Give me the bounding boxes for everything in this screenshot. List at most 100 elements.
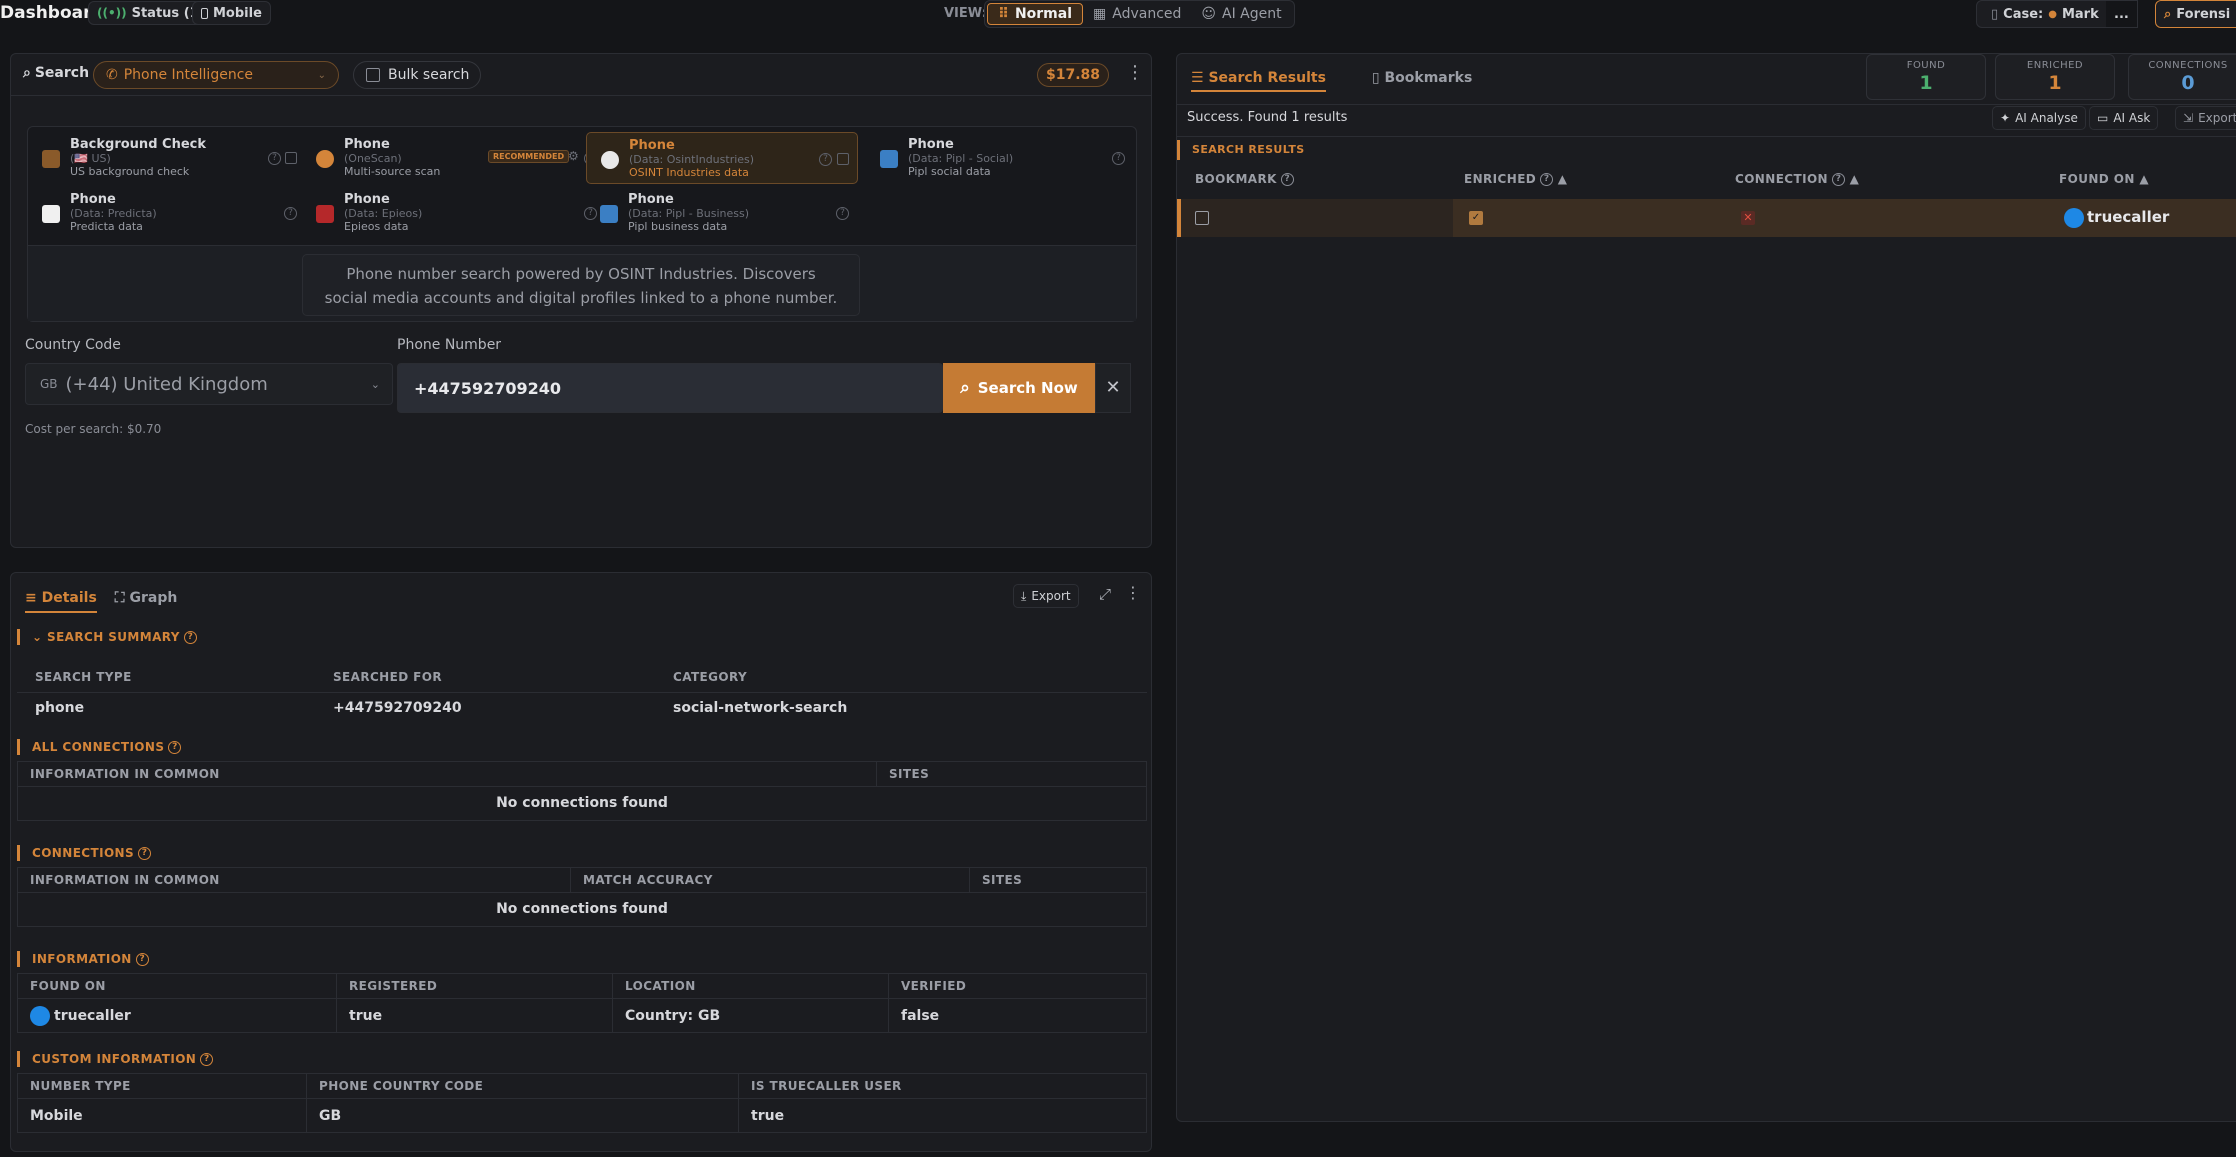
tab-search-results[interactable]: ☰ Search Results: [1191, 70, 1326, 92]
phone-icon: [201, 7, 208, 19]
country-code-label: Country Code: [25, 337, 121, 353]
source-onescan[interactable]: Phone (OneScan) Multi-source scan RECOMM…: [302, 132, 597, 184]
source-background-check[interactable]: Background Check (🇺🇸 US) US background c…: [28, 132, 300, 184]
recommended-badge: RECOMMENDED: [488, 150, 570, 163]
table-icon: ▦: [1093, 6, 1107, 22]
search-icon: ⌕: [960, 378, 970, 398]
all-connections-title: ALL CONNECTIONS?: [17, 739, 182, 755]
gear-icon[interactable]: ⚙: [568, 150, 579, 163]
search-results-title: SEARCH RESULTS: [1177, 140, 1305, 160]
search-summary-title[interactable]: ⌄ SEARCH SUMMARY?: [17, 629, 197, 645]
tab-bookmarks[interactable]: ▯ Bookmarks: [1372, 70, 1472, 92]
mobile-button[interactable]: Mobile: [192, 1, 271, 25]
help-icon[interactable]: ?: [168, 741, 182, 754]
more-button[interactable]: ...: [2106, 0, 2138, 28]
search-icon: ⌕: [23, 65, 31, 81]
no-connections-message: No connections found: [496, 901, 668, 917]
source-description: Phone number search powered by OSINT Ind…: [302, 254, 860, 316]
clear-input-button[interactable]: ✕: [1095, 363, 1131, 413]
predicta-icon: [42, 205, 60, 223]
phone-icon: ✆: [106, 67, 118, 83]
enriched-check-icon: ✓: [1469, 211, 1483, 225]
file-icon: ▯: [1991, 6, 1999, 22]
view-advanced[interactable]: ▦ Advanced: [1083, 3, 1191, 25]
source-osintindustries[interactable]: Phone (Data: OsintIndustries) OSINT Indu…: [586, 132, 858, 184]
stat-found: FOUND 1: [1866, 54, 1986, 100]
export-button[interactable]: ⇲ Export: [2175, 106, 2236, 130]
case-selector[interactable]: ▯ Case: ● Mark: [1976, 0, 2114, 28]
stat-connections: CONNECTIONS 0: [2128, 54, 2236, 100]
balance-badge: $17.88: [1037, 63, 1110, 87]
save-icon[interactable]: [837, 153, 849, 165]
export-icon: ⇲: [2183, 111, 2194, 125]
cost-per-search: Cost per search: $0.70: [25, 422, 162, 436]
case-dot-icon: ●: [2048, 8, 2057, 20]
sort-up-icon: ▲: [1845, 172, 1860, 186]
found-on-value[interactable]: truecaller: [2087, 208, 2169, 226]
source-predicta[interactable]: Phone (Data: Predicta) Predicta data ?: [28, 187, 300, 239]
top-bar: Dashboard ((•)) Status (1) Mobile VIEW: …: [0, 0, 2236, 28]
country-code-select[interactable]: GB (+44) United Kingdom ⌄: [25, 363, 393, 405]
phone-number-input[interactable]: +447592709240: [397, 363, 943, 413]
results-tabs: ☰ Search Results ▯ Bookmarks: [1191, 70, 1472, 92]
result-row[interactable]: ✓ ✕ truecaller: [1177, 199, 2236, 237]
ai-ask-button[interactable]: ▭ AI Ask: [2089, 106, 2159, 130]
search-mode-select[interactable]: ✆ Phone Intelligence ⌄: [93, 61, 339, 89]
help-icon[interactable]: ?: [138, 847, 152, 860]
graph-icon: ⛶: [114, 590, 130, 606]
search-header: ⌕ Search ✆ Phone Intelligence ⌄ Bulk sear…: [11, 54, 1151, 96]
chevron-down-icon: ⌄: [317, 69, 326, 81]
expand-icon[interactable]: ⤢: [1099, 585, 1111, 603]
results-status: Success. Found 1 results: [1187, 110, 1348, 125]
help-icon[interactable]: ?: [819, 153, 832, 166]
search-panel: ⌕ Search ✆ Phone Intelligence ⌄ Bulk sear…: [10, 53, 1152, 548]
help-icon[interactable]: ?: [183, 631, 197, 644]
help-icon[interactable]: ?: [1112, 152, 1125, 165]
bot-icon: ☺: [1201, 6, 1217, 22]
kebab-menu-icon[interactable]: ⋮: [1125, 583, 1141, 602]
ai-analyse-button[interactable]: ✦ AI Analyse: [1992, 106, 2086, 130]
grid-icon: ⠿: [998, 6, 1009, 22]
help-icon[interactable]: ?: [1832, 173, 1845, 186]
bulk-search-toggle[interactable]: Bulk search: [353, 61, 481, 89]
source-epieos[interactable]: Phone (Data: Epieos) Epieos data ?: [302, 187, 597, 239]
truecaller-icon: [2064, 208, 2084, 228]
results-panel: ☰ Search Results ▯ Bookmarks FOUND 1 ENR…: [1176, 53, 2236, 1122]
help-icon[interactable]: ?: [1540, 173, 1554, 186]
bookmark-checkbox[interactable]: [1195, 211, 1209, 225]
save-icon[interactable]: [285, 152, 297, 164]
header-searched-for: SEARCHED FOR: [333, 670, 442, 684]
custom-information-table: NUMBER TYPE PHONE COUNTRY CODE IS TRUECA…: [17, 1073, 1147, 1133]
help-icon[interactable]: ?: [268, 152, 281, 165]
view-ai-agent[interactable]: ☺ AI Agent: [1191, 3, 1291, 25]
forensic-button[interactable]: ⌕ Forensi: [2155, 0, 2236, 28]
tab-details[interactable]: ≡ Details: [25, 590, 97, 613]
details-panel: ≡ Details ⛶ Graph ⤓ Export ⤢ ⋮ ⌄ SEARCH S…: [10, 572, 1152, 1152]
view-normal[interactable]: ⠿ Normal: [987, 3, 1084, 25]
header-connection[interactable]: CONNECTION? ▲: [1735, 172, 1859, 186]
osint-industries-icon: [601, 151, 619, 169]
kebab-menu-icon[interactable]: ⋮: [1126, 62, 1144, 83]
tab-graph[interactable]: ⛶ Graph: [115, 590, 178, 613]
source-grid: Background Check (🇺🇸 US) US background c…: [27, 126, 1137, 322]
list-icon: ☰: [1191, 70, 1209, 86]
checkbox-icon: [366, 68, 380, 82]
table-row: truecaller true Country: GB false: [18, 999, 1146, 1032]
header-found-on[interactable]: FOUND ON ▲: [2059, 172, 2149, 186]
help-icon[interactable]: ?: [200, 1053, 214, 1066]
connections-title: CONNECTIONS?: [17, 845, 152, 861]
search-now-button[interactable]: ⌕ Search Now: [943, 363, 1095, 413]
header-search-type: SEARCH TYPE: [35, 670, 132, 684]
chevron-down-icon: ⌄: [32, 630, 48, 644]
background-check-icon: [42, 150, 60, 168]
search-icon: ⌕: [2164, 6, 2172, 22]
help-icon[interactable]: ?: [1280, 173, 1294, 186]
header-enriched[interactable]: ENRICHED? ▲: [1464, 172, 1567, 186]
source-pipl-business[interactable]: Phone (Data: Pipl - Business) Pipl busin…: [586, 187, 858, 239]
help-icon[interactable]: ?: [284, 207, 297, 220]
export-button[interactable]: ⤓ Export: [1013, 584, 1079, 608]
help-icon[interactable]: ?: [836, 207, 849, 220]
source-pipl-social[interactable]: Phone (Data: Pipl - Social) Pipl social …: [866, 132, 1138, 184]
help-icon[interactable]: ?: [135, 953, 149, 966]
description-area: Phone number search powered by OSINT Ind…: [28, 245, 1136, 321]
